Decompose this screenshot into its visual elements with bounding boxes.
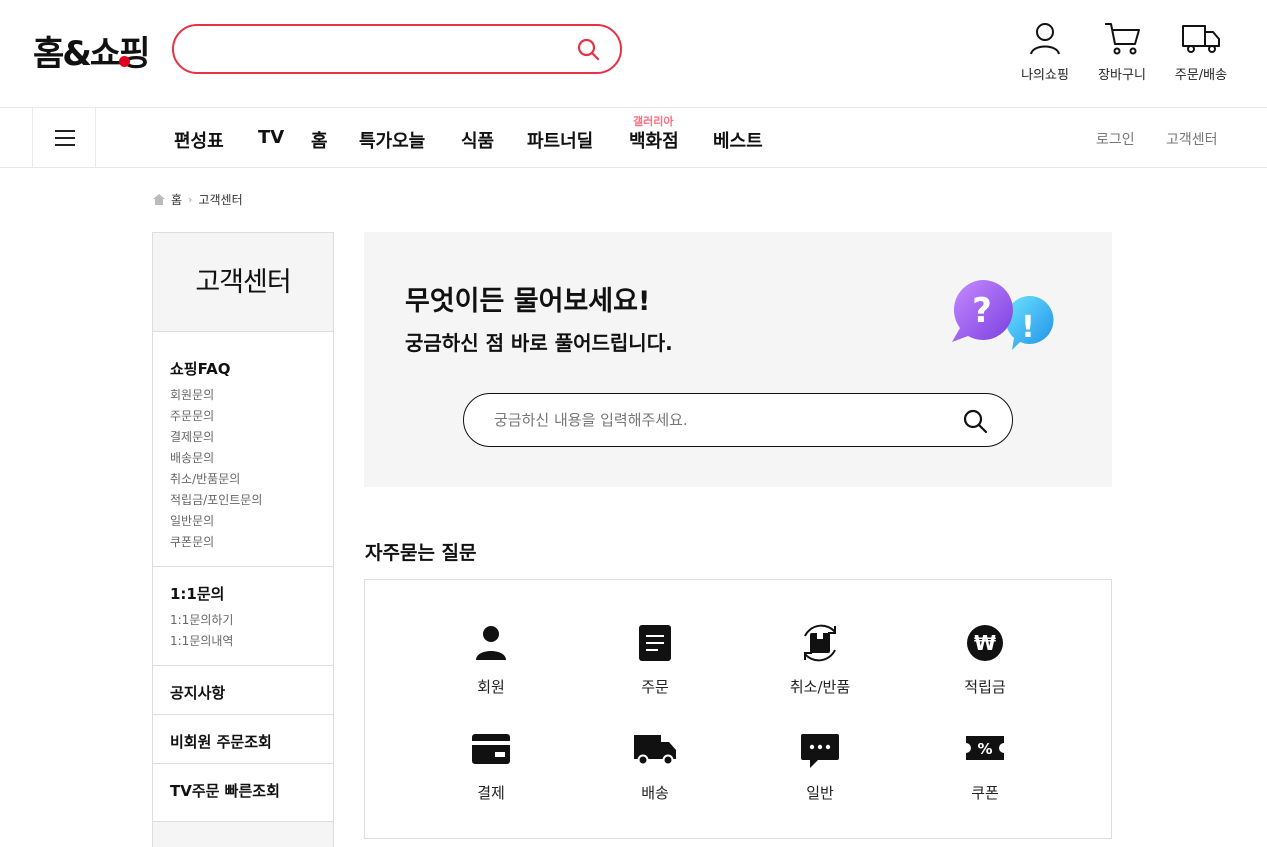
faq-category-label: 주문 bbox=[641, 678, 669, 696]
user-icon bbox=[1030, 23, 1060, 55]
home-icon bbox=[153, 194, 165, 205]
sidebar-item-tv-order[interactable]: TV주문 빠른조회 bbox=[170, 780, 280, 801]
nav-item-home[interactable]: 홈 bbox=[311, 127, 328, 153]
sidebar-item-inquiry-write[interactable]: 1:1문의하기 bbox=[170, 611, 233, 628]
nav-item-schedule[interactable]: 편성표 bbox=[174, 127, 224, 153]
question-bubbles-icon: ! ? bbox=[952, 279, 1054, 350]
cart-label: 장바구니 bbox=[1098, 68, 1146, 83]
nav-item-department-store[interactable]: 백화점 bbox=[629, 127, 679, 153]
sidebar-item-delivery[interactable]: 배송문의 bbox=[170, 449, 214, 466]
order-document-icon bbox=[639, 625, 671, 661]
hamburger-icon bbox=[55, 130, 75, 132]
order-delivery-link[interactable]: 주문/배송 bbox=[1165, 20, 1237, 83]
menu-button[interactable] bbox=[32, 108, 96, 167]
logo[interactable]: 홈&쇼핑 bbox=[33, 26, 150, 75]
faq-category-points[interactable]: ₩ 적립금 bbox=[925, 624, 1045, 697]
sidebar-item-notice[interactable]: 공지사항 bbox=[170, 682, 225, 703]
nav-item-food[interactable]: 식품 bbox=[461, 127, 494, 153]
truck-icon bbox=[1182, 25, 1220, 53]
faq-category-label: 결제 bbox=[477, 784, 505, 802]
credit-card-icon bbox=[472, 734, 510, 764]
faq-category-delivery[interactable]: 배송 bbox=[595, 732, 715, 803]
faq-category-label: 쿠폰 bbox=[971, 784, 999, 802]
sidebar-item-inquiry-history[interactable]: 1:1문의내역 bbox=[170, 632, 233, 649]
my-shopping-link[interactable]: 나의쇼핑 bbox=[1009, 20, 1081, 83]
breadcrumb-current: 고객센터 bbox=[198, 193, 243, 207]
sidebar-menu: 쇼핑FAQ 회원문의 주문문의 결제문의 배송문의 취소/반품문의 적립금/포인… bbox=[153, 332, 333, 822]
divider bbox=[153, 714, 333, 715]
divider bbox=[153, 665, 333, 666]
sidebar-item-coupon[interactable]: 쿠폰문의 bbox=[170, 533, 214, 550]
faq-section-title: 자주묻는 질문 bbox=[365, 542, 477, 564]
order-delivery-label: 주문/배송 bbox=[1174, 68, 1228, 83]
logo-dot bbox=[119, 56, 130, 67]
sidebar-item-member[interactable]: 회원문의 bbox=[170, 386, 214, 403]
faq-category-label: 회원 bbox=[477, 678, 505, 696]
svg-text:?: ? bbox=[972, 291, 992, 331]
cart-icon bbox=[1105, 23, 1140, 55]
nav-item-tv[interactable]: TV bbox=[258, 127, 284, 148]
login-link[interactable]: 로그인 bbox=[1096, 129, 1135, 149]
hamburger-icon-line bbox=[55, 137, 75, 139]
faq-category-label: 적립금 bbox=[964, 678, 1006, 696]
nav-item-best[interactable]: 베스트 bbox=[713, 127, 763, 153]
hero-banner: 무엇이든 물어보세요! 궁금하신 점 바로 풀어드립니다. ! ? bbox=[364, 232, 1112, 487]
my-shopping-label: 나의쇼핑 bbox=[1021, 68, 1069, 83]
search-icon[interactable] bbox=[576, 37, 600, 61]
hero-subtitle: 궁금하신 점 바로 풀어드립니다. bbox=[405, 331, 673, 355]
divider bbox=[153, 763, 333, 764]
faq-category-member[interactable]: 회원 bbox=[431, 624, 551, 697]
divider bbox=[153, 566, 333, 567]
coupon-icon: % bbox=[966, 736, 1004, 760]
faq-search-box[interactable] bbox=[463, 393, 1013, 447]
faq-category-grid: 회원 주문 취소/반품 ₩ 적립금 결제 배송 일반 % 쿠폰 bbox=[364, 579, 1112, 839]
chat-bubble-icon bbox=[801, 734, 839, 768]
search-icon[interactable] bbox=[962, 408, 988, 434]
faq-category-payment[interactable]: 결제 bbox=[431, 732, 551, 803]
sidebar-section-inquiry[interactable]: 1:1문의 bbox=[170, 583, 224, 604]
sidebar-item-guest-order[interactable]: 비회원 주문조회 bbox=[170, 731, 272, 752]
hamburger-icon-line bbox=[55, 144, 75, 146]
main-nav: 편성표 TV 홈 특가오늘 식품 파트너딜 갤러리아 백화점 베스트 로그인 고… bbox=[0, 107, 1267, 168]
breadcrumb: 홈 › 고객센터 bbox=[153, 191, 243, 208]
member-icon bbox=[476, 626, 506, 660]
hero-title: 무엇이든 물어보세요! bbox=[405, 286, 651, 317]
faq-category-label: 일반 bbox=[806, 784, 834, 802]
svg-text:₩: ₩ bbox=[974, 631, 996, 655]
faq-category-label: 배송 bbox=[641, 784, 669, 802]
delivery-truck-icon bbox=[634, 735, 676, 766]
faq-category-order[interactable]: 주문 bbox=[595, 624, 715, 697]
won-coin-icon: ₩ bbox=[967, 625, 1003, 661]
customer-center-link[interactable]: 고객센터 bbox=[1166, 129, 1218, 149]
sidebar-title: 고객센터 bbox=[153, 233, 333, 332]
return-box-icon bbox=[804, 624, 836, 662]
faq-search-input[interactable] bbox=[494, 408, 934, 432]
nav-item-partner-deal[interactable]: 파트너딜 bbox=[527, 127, 593, 153]
sidebar-item-payment[interactable]: 결제문의 bbox=[170, 428, 214, 445]
global-search-box[interactable] bbox=[172, 24, 622, 74]
chevron-right-icon: › bbox=[188, 193, 193, 206]
svg-text:!: ! bbox=[1021, 310, 1035, 345]
svg-text:%: % bbox=[977, 740, 992, 758]
breadcrumb-home[interactable]: 홈 bbox=[171, 191, 182, 208]
faq-category-cancel-return[interactable]: 취소/반품 bbox=[760, 620, 880, 697]
sidebar: 고객센터 쇼핑FAQ 회원문의 주문문의 결제문의 배송문의 취소/반품문의 적… bbox=[152, 232, 334, 847]
faq-category-general[interactable]: 일반 bbox=[760, 732, 880, 803]
sidebar-section-faq[interactable]: 쇼핑FAQ bbox=[170, 358, 231, 379]
cart-link[interactable]: 장바구니 bbox=[1086, 20, 1158, 83]
faq-category-coupon[interactable]: % 쿠폰 bbox=[925, 732, 1045, 803]
sidebar-item-general[interactable]: 일반문의 bbox=[170, 512, 214, 529]
sidebar-item-cancel-return[interactable]: 취소/반품문의 bbox=[170, 470, 240, 487]
sidebar-item-points[interactable]: 적립금/포인트문의 bbox=[170, 491, 262, 508]
nav-item-special-today[interactable]: 특가오늘 bbox=[359, 127, 425, 153]
sidebar-item-order[interactable]: 주문문의 bbox=[170, 407, 214, 424]
logo-text: 홈&쇼핑 bbox=[33, 34, 150, 74]
faq-category-label: 취소/반품 bbox=[789, 678, 851, 696]
